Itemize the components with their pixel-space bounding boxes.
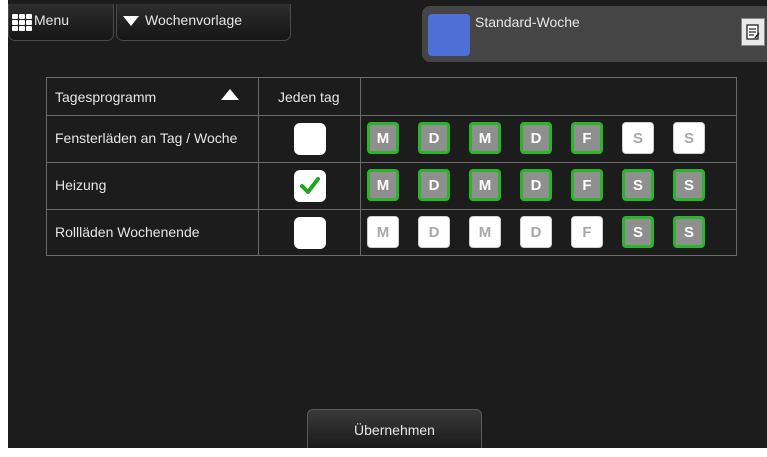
row-divider — [47, 209, 736, 210]
uebernehmen-label: Übernehmen — [354, 422, 435, 438]
column-divider — [258, 78, 259, 255]
sort-ascending-icon[interactable] — [221, 89, 239, 100]
weekday-toggle[interactable]: S — [673, 122, 705, 154]
weekday-toggle[interactable]: D — [520, 169, 552, 201]
weekday-toggle[interactable]: D — [520, 216, 552, 248]
weekday-toggle[interactable]: D — [418, 122, 450, 154]
tagesprogramm-table: Tagesprogramm Jeden tag Fensterläden an … — [46, 77, 737, 256]
standard-woche-color-swatch[interactable] — [428, 14, 470, 56]
weekday-toggle[interactable]: M — [469, 122, 501, 154]
weekday-toggle[interactable]: F — [571, 216, 603, 248]
row-divider — [47, 162, 736, 163]
weekday-toggle[interactable]: S — [673, 169, 705, 201]
weekday-toggle[interactable]: S — [622, 122, 654, 154]
weekday-toggle[interactable]: D — [418, 169, 450, 201]
standard-woche-label: Standard-Woche — [475, 14, 580, 30]
row-name: Heizung — [55, 177, 107, 193]
menu-button[interactable]: Menu — [8, 4, 114, 41]
standard-woche-panel[interactable]: Standard-Woche — [422, 6, 767, 62]
row-name: Rollläden Wochenende — [55, 224, 200, 240]
weekday-toggle[interactable]: S — [673, 216, 705, 248]
every-day-checkbox[interactable] — [294, 217, 326, 249]
weekday-toggle[interactable]: D — [520, 122, 552, 154]
header-tagesprogramm[interactable]: Tagesprogramm — [55, 89, 156, 105]
weekday-toggle[interactable]: M — [469, 169, 501, 201]
grid-menu-icon — [12, 14, 32, 31]
notepad-icon — [746, 24, 760, 40]
every-day-checkbox[interactable] — [294, 170, 326, 202]
weekday-toggle[interactable]: F — [571, 169, 603, 201]
column-divider — [360, 78, 361, 255]
weekday-toggle[interactable]: D — [418, 216, 450, 248]
checkmark-icon — [300, 177, 320, 194]
weekday-toggle[interactable]: F — [571, 122, 603, 154]
header-jeden-tag: Jeden tag — [278, 89, 340, 105]
notepad-button[interactable] — [741, 18, 765, 46]
weekday-toggle[interactable]: M — [367, 216, 399, 248]
weekday-toggle[interactable]: S — [622, 169, 654, 201]
wochenvorlage-dropdown[interactable]: Wochenvorlage — [116, 4, 291, 41]
weekday-toggle[interactable]: M — [469, 216, 501, 248]
weekday-toggle[interactable]: M — [367, 169, 399, 201]
triangle-down-icon — [123, 16, 139, 26]
app-screen: Menu Wochenvorlage Standard-Woche Tagesp… — [8, 0, 767, 448]
weekday-toggle[interactable]: S — [622, 216, 654, 248]
weekday-toggle[interactable]: M — [367, 122, 399, 154]
row-divider — [47, 115, 736, 116]
menu-button-label: Menu — [34, 12, 70, 28]
row-name: Fensterläden an Tag / Woche — [55, 130, 238, 146]
uebernehmen-button[interactable]: Übernehmen — [307, 409, 482, 448]
wochenvorlage-label: Wochenvorlage — [145, 12, 243, 28]
bottom-strip — [0, 448, 767, 457]
every-day-checkbox[interactable] — [294, 123, 326, 155]
